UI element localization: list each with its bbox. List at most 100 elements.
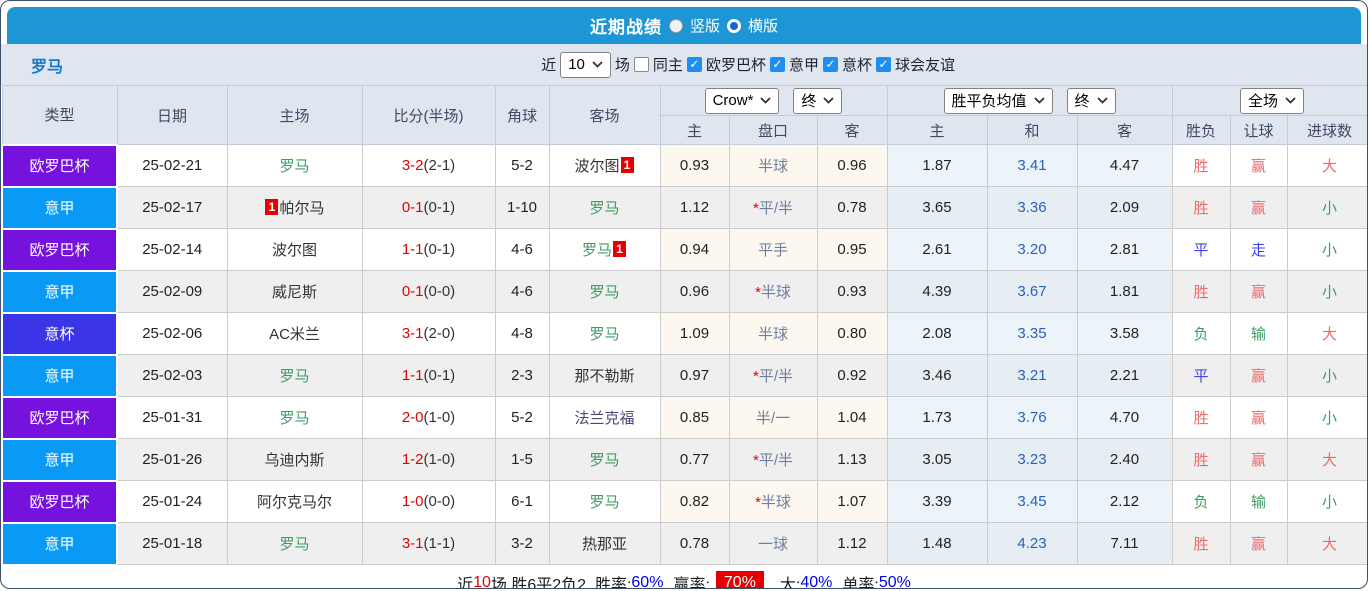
summary-record: 场,胜6平2负2, 胜率: bbox=[490, 577, 632, 589]
away-team[interactable]: 热那亚 bbox=[548, 522, 661, 565]
league-type-badge: 意甲 bbox=[1, 353, 118, 398]
goals-outcome: 小 bbox=[1286, 270, 1367, 313]
chevron-down-icon bbox=[1285, 97, 1296, 104]
league-type-badge: 欧罗巴杯 bbox=[1, 227, 118, 272]
horizontal-layout-radio[interactable] bbox=[727, 18, 741, 33]
avg-away-odds: 2.21 bbox=[1076, 354, 1173, 397]
table-row: 意甲 25-02-17 1 帕尔马 0-1(0-1) 1-10 罗马 1.12 *平/半 0.78… bbox=[1, 185, 1367, 230]
corner-score: 4-8 bbox=[494, 312, 550, 355]
handicap-text: 半球 bbox=[757, 158, 788, 175]
home-team[interactable]: AC米兰 bbox=[226, 312, 363, 355]
bookmaker-select-value: Crow* bbox=[712, 92, 754, 109]
vertical-layout-label[interactable]: 竖版 bbox=[690, 15, 720, 36]
league-label-europa: 欧罗巴杯 bbox=[705, 57, 766, 74]
handicap-text: 一球 bbox=[757, 536, 788, 553]
filters-group: 近 10 场 同主 欧罗巴杯 意甲 意杯 球会友谊 bbox=[541, 51, 955, 78]
avg-select-value: 胜平负均值 bbox=[951, 93, 1027, 110]
scope-select[interactable]: 全场 bbox=[1240, 87, 1305, 114]
chevron-down-icon bbox=[592, 61, 603, 68]
red-number-badge: 1 bbox=[620, 157, 634, 173]
title-bar: 近期战绩 竖版 横版 bbox=[7, 7, 1361, 44]
col-header-corner: 角球 bbox=[494, 85, 550, 145]
crow-home-odds: 0.82 bbox=[659, 480, 730, 523]
match-date: 25-02-17 bbox=[116, 186, 228, 229]
avg-draw-value: 3.36 bbox=[1017, 199, 1047, 216]
fulltime-score: 1-1 bbox=[401, 241, 424, 258]
halftime-score: (0-0) bbox=[423, 283, 456, 300]
home-team[interactable]: 罗马 bbox=[226, 396, 363, 439]
same-home-checkbox[interactable] bbox=[633, 57, 649, 72]
avg-draw-odds: 3.23 bbox=[986, 438, 1078, 481]
avg-draw-odds: 3.67 bbox=[986, 270, 1078, 313]
away-team[interactable]: 罗马 1 bbox=[548, 228, 661, 271]
home-team[interactable]: 罗马 bbox=[226, 144, 363, 187]
near-count-select[interactable]: 10 bbox=[560, 51, 611, 78]
avg-home-odds: 1.87 bbox=[886, 144, 988, 187]
horizontal-layout-label[interactable]: 横版 bbox=[748, 15, 778, 36]
fulltime-score: 3-2 bbox=[401, 157, 424, 174]
handicap-line: *半球 bbox=[728, 270, 818, 313]
match-score: 0-1(0-1) bbox=[361, 186, 496, 229]
corner-score: 5-2 bbox=[494, 144, 550, 187]
home-team[interactable]: 乌迪内斯 bbox=[226, 438, 363, 481]
corner-score: 4-6 bbox=[494, 228, 550, 271]
recent-results-widget: 近期战绩 竖版 横版 罗马 近 10 场 同主 欧罗巴杯 意甲 意杯 球会友谊 bbox=[0, 0, 1368, 589]
away-team[interactable]: 法兰克福 bbox=[548, 396, 661, 439]
away-team[interactable]: 罗马 bbox=[548, 270, 661, 313]
league-checkbox-seriea[interactable] bbox=[769, 57, 785, 72]
match-date: 25-02-06 bbox=[116, 312, 228, 355]
match-date: 25-01-26 bbox=[116, 438, 228, 481]
away-team[interactable]: 罗马 bbox=[548, 186, 661, 229]
goals-outcome: 大 bbox=[1286, 144, 1367, 187]
bookmaker-select[interactable]: Crow* bbox=[704, 87, 780, 114]
avg-time-value: 终 bbox=[1074, 93, 1090, 110]
handicap-line: 平手 bbox=[728, 228, 818, 271]
home-team[interactable]: 罗马 bbox=[226, 522, 363, 565]
league-checkbox-friendly[interactable] bbox=[875, 57, 891, 72]
avg-draw-value: 3.20 bbox=[1017, 241, 1047, 258]
crow-home-odds: 0.97 bbox=[659, 354, 730, 397]
league-checkbox-coppa[interactable] bbox=[822, 57, 838, 72]
handicap-text: 平/半 bbox=[758, 368, 793, 385]
away-team[interactable]: 那不勒斯 bbox=[548, 354, 661, 397]
fulltime-score: 1-1 bbox=[401, 367, 424, 384]
col-header-handicap-result: 让球 bbox=[1229, 115, 1288, 145]
summary-count: 10 bbox=[473, 574, 491, 589]
match-date: 25-01-31 bbox=[116, 396, 228, 439]
col-header-type: 类型 bbox=[1, 85, 118, 145]
halftime-score: (0-1) bbox=[423, 367, 456, 384]
vertical-layout-radio[interactable] bbox=[668, 18, 683, 33]
col-header-score: 比分(半场) bbox=[361, 85, 496, 145]
avg-time-select[interactable]: 终 bbox=[1066, 87, 1116, 114]
home-team[interactable]: 威尼斯 bbox=[226, 270, 363, 313]
halftime-score: (1-1) bbox=[423, 535, 456, 552]
team-name-title[interactable]: 罗马 bbox=[31, 53, 63, 77]
league-type-badge: 意甲 bbox=[1, 437, 118, 482]
bookmaker-time-select[interactable]: 终 bbox=[793, 87, 843, 114]
result-outcome: 胜 bbox=[1171, 396, 1231, 439]
handicap-line: 半/一 bbox=[728, 396, 818, 439]
away-team[interactable]: 罗马 bbox=[548, 480, 661, 523]
table-row: 意杯 25-02-06 AC米兰 3-1(2-0) 4-8 罗马 1.09 半球 0.80 2.0… bbox=[1, 311, 1367, 356]
home-team-name: 威尼斯 bbox=[271, 284, 317, 301]
away-team[interactable]: 波尔图 1 bbox=[548, 144, 661, 187]
away-team-name: 罗马 bbox=[589, 284, 620, 301]
halftime-score: (2-1) bbox=[423, 157, 456, 174]
away-team-name: 罗马 bbox=[589, 452, 620, 469]
avg-draw-value: 3.45 bbox=[1017, 493, 1047, 510]
away-team[interactable]: 罗马 bbox=[548, 438, 661, 481]
home-team[interactable]: 1 帕尔马 bbox=[226, 186, 363, 229]
result-outcome: 胜 bbox=[1171, 270, 1231, 313]
avg-select[interactable]: 胜平负均值 bbox=[943, 87, 1053, 114]
match-score: 1-1(0-1) bbox=[361, 354, 496, 397]
crow-away-odds: 1.07 bbox=[816, 480, 888, 523]
league-checkbox-europa[interactable] bbox=[686, 57, 702, 72]
home-team[interactable]: 阿尔克马尔 bbox=[226, 480, 363, 523]
home-team[interactable]: 波尔图 bbox=[226, 228, 363, 271]
home-team[interactable]: 罗马 bbox=[226, 354, 363, 397]
match-score: 0-1(0-0) bbox=[361, 270, 496, 313]
away-team[interactable]: 罗马 bbox=[548, 312, 661, 355]
fulltime-score: 2-0 bbox=[401, 409, 424, 426]
corner-score: 1-10 bbox=[494, 186, 550, 229]
avg-away-odds: 7.11 bbox=[1076, 522, 1173, 565]
